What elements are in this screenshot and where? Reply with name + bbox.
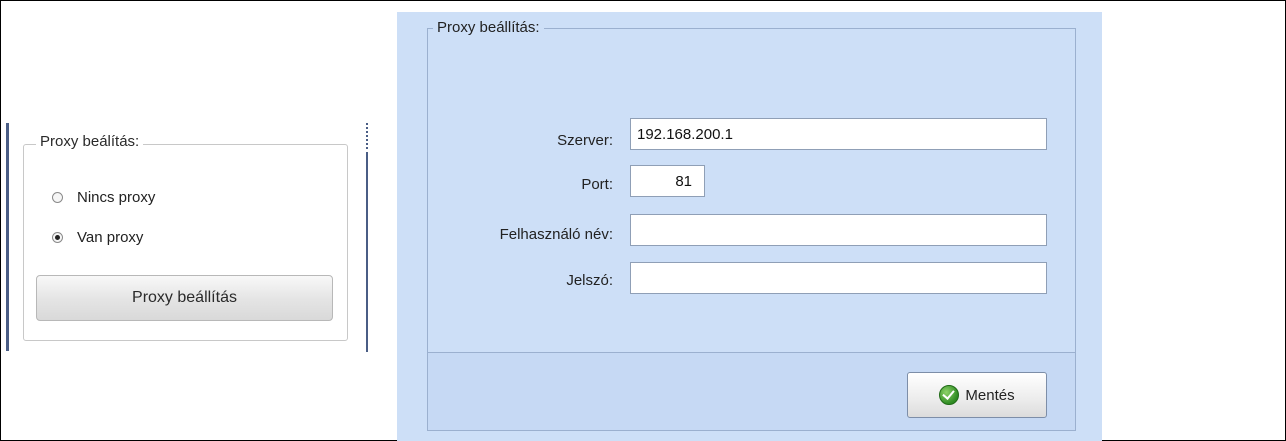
splitter-bar[interactable] bbox=[366, 152, 368, 352]
save-button[interactable]: Mentés bbox=[907, 372, 1047, 418]
username-label: Felhasználó név: bbox=[499, 226, 613, 243]
splitter-grip[interactable] bbox=[366, 123, 368, 149]
password-label: Jelszó: bbox=[566, 272, 613, 289]
radio-no-proxy-label: Nincs proxy bbox=[77, 189, 156, 206]
left-panel-accent-bar bbox=[6, 123, 9, 351]
radio-use-proxy[interactable]: Van proxy bbox=[52, 229, 143, 246]
proxy-settings-button[interactable]: Proxy beállítás bbox=[36, 275, 333, 321]
server-label: Szerver: bbox=[557, 132, 613, 149]
port-input[interactable] bbox=[630, 165, 705, 197]
proxy-mode-group-title: Proxy beálítás: bbox=[36, 133, 144, 150]
radio-use-proxy-label: Van proxy bbox=[77, 229, 144, 246]
check-circle-icon bbox=[939, 385, 960, 405]
port-label: Port: bbox=[581, 176, 613, 193]
proxy-settings-group-title: Proxy beállítás: bbox=[433, 19, 544, 36]
server-input[interactable] bbox=[630, 118, 1047, 150]
radio-icon[interactable] bbox=[52, 192, 63, 203]
save-button-label: Mentés bbox=[965, 386, 1015, 404]
radio-checked-icon[interactable] bbox=[52, 232, 63, 243]
radio-no-proxy[interactable]: Nincs proxy bbox=[52, 189, 155, 206]
password-input[interactable] bbox=[630, 262, 1047, 294]
proxy-settings-button-label: Proxy beállítás bbox=[132, 289, 237, 306]
username-input[interactable] bbox=[630, 214, 1047, 246]
